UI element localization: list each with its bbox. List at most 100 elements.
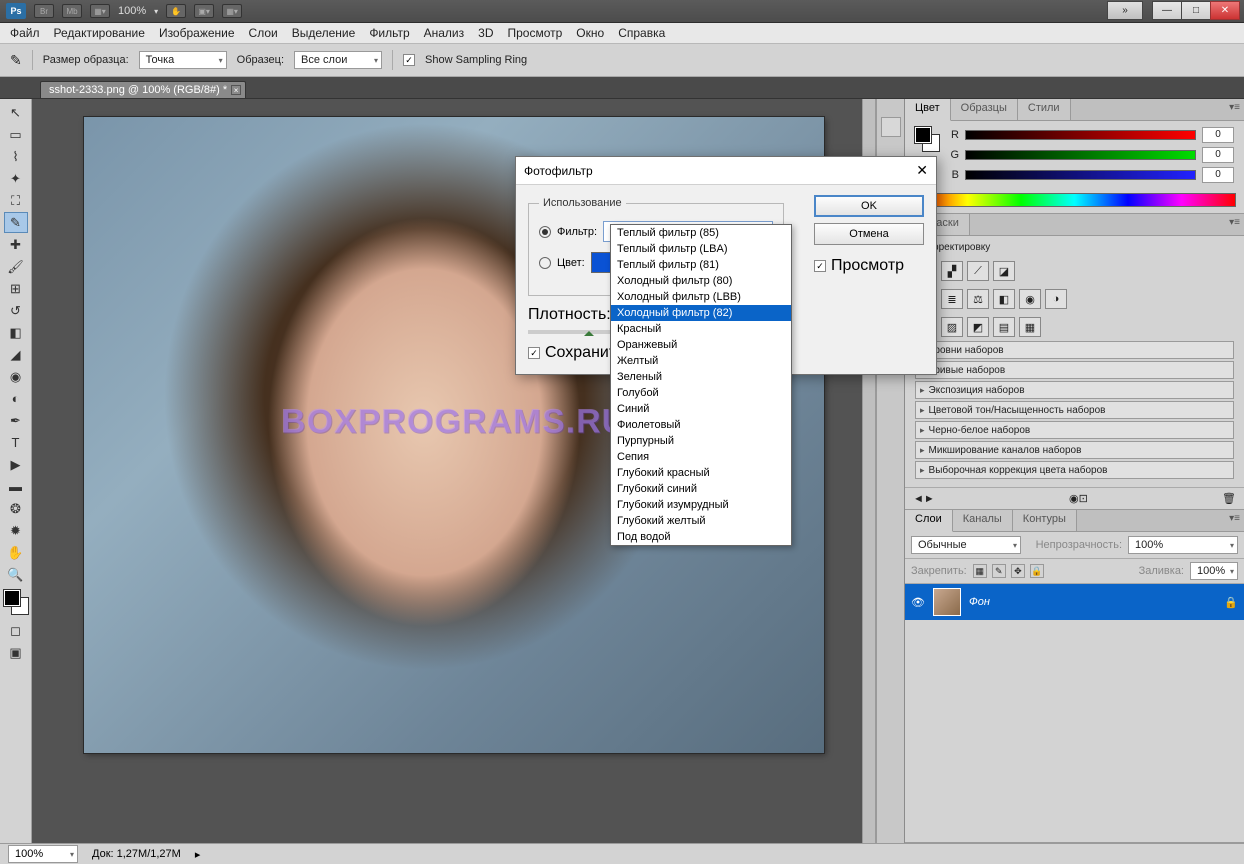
r-slider[interactable]	[965, 130, 1196, 140]
extras-icon[interactable]: ▦▾	[222, 4, 242, 18]
menu-help[interactable]: Справка	[618, 26, 665, 40]
tab-channels[interactable]: Каналы	[953, 510, 1013, 531]
quickmask-toggle[interactable]: ◻	[4, 620, 28, 641]
menu-edit[interactable]: Редактирование	[54, 26, 145, 40]
shape-tool[interactable]: ▬	[4, 476, 28, 497]
lock-move-icon[interactable]: ✥	[1011, 564, 1025, 578]
doc-info-arrow-icon[interactable]: ▸	[195, 848, 201, 861]
color-spectrum[interactable]	[913, 193, 1236, 207]
filter-option[interactable]: Пурпурный	[611, 433, 791, 449]
opacity-field[interactable]: 100%	[1128, 536, 1238, 554]
g-slider[interactable]	[965, 150, 1196, 160]
filter-option[interactable]: Голубой	[611, 385, 791, 401]
lock-brush-icon[interactable]: ✎	[992, 564, 1006, 578]
lock-pixels-icon[interactable]: ▦	[973, 564, 987, 578]
layer-thumbnail[interactable]	[933, 588, 961, 616]
menu-analysis[interactable]: Анализ	[424, 26, 465, 40]
history-panel-icon[interactable]	[881, 117, 901, 137]
filter-option[interactable]: Холодный фильтр (82)	[611, 305, 791, 321]
preset-row[interactable]: Кривые наборов	[915, 361, 1234, 379]
expand-button[interactable]: »	[1107, 1, 1143, 20]
adjustment-trash-icon[interactable]: 🗑	[1222, 492, 1236, 505]
pen-tool[interactable]: ✒	[4, 410, 28, 431]
menu-select[interactable]: Выделение	[292, 26, 356, 40]
ok-button[interactable]: OK	[814, 195, 924, 217]
move-tool[interactable]: ↖	[4, 102, 28, 123]
3d-tool[interactable]: ❂	[4, 498, 28, 519]
blur-tool[interactable]: ◉	[4, 366, 28, 387]
zoom-display[interactable]: 100%	[118, 5, 146, 17]
preset-row[interactable]: Микширование каналов наборов	[915, 441, 1234, 459]
filter-option[interactable]: Холодный фильтр (LBB)	[611, 289, 791, 305]
minibridge-icon[interactable]: Mb	[62, 4, 82, 18]
channelmixer-icon[interactable]: ◑	[1045, 289, 1067, 309]
minimize-button[interactable]: —	[1152, 1, 1182, 20]
r-value[interactable]: 0	[1202, 127, 1234, 143]
marquee-tool[interactable]: ▭	[4, 124, 28, 145]
screen-mode-icon[interactable]: ▦▾	[90, 4, 110, 18]
menu-3d[interactable]: 3D	[478, 26, 493, 40]
filter-option[interactable]: Холодный фильтр (80)	[611, 273, 791, 289]
filter-option[interactable]: Сепия	[611, 449, 791, 465]
filter-option[interactable]: Желтый	[611, 353, 791, 369]
filter-option[interactable]: Теплый фильтр (85)	[611, 225, 791, 241]
adjustment-toggle-icon[interactable]: ◄►	[913, 493, 935, 505]
history-brush-tool[interactable]: ↺	[4, 300, 28, 321]
color-panel-swatch[interactable]	[915, 127, 939, 151]
filter-option[interactable]: Оранжевый	[611, 337, 791, 353]
visibility-icon[interactable]: 👁	[911, 595, 925, 609]
bridge-icon[interactable]: Br	[34, 4, 54, 18]
filter-option[interactable]: Глубокий красный	[611, 465, 791, 481]
gradient-tool[interactable]: ◢	[4, 344, 28, 365]
tab-swatches[interactable]: Образцы	[951, 99, 1018, 120]
adjustment-clip-icon[interactable]: ◉⊡	[1069, 492, 1088, 505]
preset-row[interactable]: Цветовой тон/Насыщенность наборов	[915, 401, 1234, 419]
preview-checkbox[interactable]: ✓	[814, 260, 826, 272]
levels-icon[interactable]: ▞	[941, 261, 963, 281]
path-select-tool[interactable]: ▶	[4, 454, 28, 475]
hand-tool[interactable]: ✋	[4, 542, 28, 563]
magic-wand-tool[interactable]: ✦	[4, 168, 28, 189]
lasso-tool[interactable]: ⌇	[4, 146, 28, 167]
gradientmap-icon[interactable]: ▤	[993, 317, 1015, 337]
menu-file[interactable]: Файл	[10, 26, 40, 40]
bw-icon[interactable]: ◧	[993, 289, 1015, 309]
hue-icon[interactable]: ≣	[941, 289, 963, 309]
preserve-checkbox[interactable]: ✓	[528, 347, 540, 359]
type-tool[interactable]: T	[4, 432, 28, 453]
filter-option[interactable]: Красный	[611, 321, 791, 337]
panel-menu-icon[interactable]: ▾≡	[1229, 217, 1240, 228]
filter-option[interactable]: Фиолетовый	[611, 417, 791, 433]
eyedropper-tool[interactable]: ✎	[4, 212, 28, 233]
menu-layers[interactable]: Слои	[249, 26, 278, 40]
menu-view[interactable]: Просмотр	[507, 26, 562, 40]
panel-menu-icon[interactable]: ▾≡	[1229, 102, 1240, 113]
menu-image[interactable]: Изображение	[159, 26, 235, 40]
b-slider[interactable]	[965, 170, 1196, 180]
preset-row[interactable]: Экспозиция наборов	[915, 381, 1234, 399]
tab-paths[interactable]: Контуры	[1013, 510, 1077, 531]
brush-tool[interactable]: 🖌	[4, 256, 28, 277]
dialog-close-icon[interactable]: ✕	[916, 162, 928, 179]
curves-icon[interactable]: ⟋	[967, 261, 989, 281]
sample-dropdown[interactable]: Все слои	[294, 51, 382, 69]
posterize-icon[interactable]: ▨	[941, 317, 963, 337]
close-document-icon[interactable]: ×	[231, 85, 241, 95]
threshold-icon[interactable]: ◩	[967, 317, 989, 337]
tab-color[interactable]: Цвет	[905, 99, 951, 121]
cancel-button[interactable]: Отмена	[814, 223, 924, 245]
arrange-icon[interactable]: ▣▾	[194, 4, 214, 18]
filter-option[interactable]: Синий	[611, 401, 791, 417]
exposure-icon[interactable]: ◪	[993, 261, 1015, 281]
foreground-color-swatch[interactable]	[4, 590, 20, 606]
g-value[interactable]: 0	[1202, 147, 1234, 163]
preset-row[interactable]: Уровни наборов	[915, 341, 1234, 359]
filter-option[interactable]: Глубокий синий	[611, 481, 791, 497]
preset-row[interactable]: Черно-белое наборов	[915, 421, 1234, 439]
menu-filter[interactable]: Фильтр	[369, 26, 409, 40]
color-swatches[interactable]	[4, 590, 28, 614]
filter-option[interactable]: Теплый фильтр (81)	[611, 257, 791, 273]
lock-all-icon[interactable]: 🔒	[1030, 564, 1044, 578]
menu-window[interactable]: Окно	[576, 26, 604, 40]
screenmode-toggle[interactable]: ▣	[4, 642, 28, 663]
